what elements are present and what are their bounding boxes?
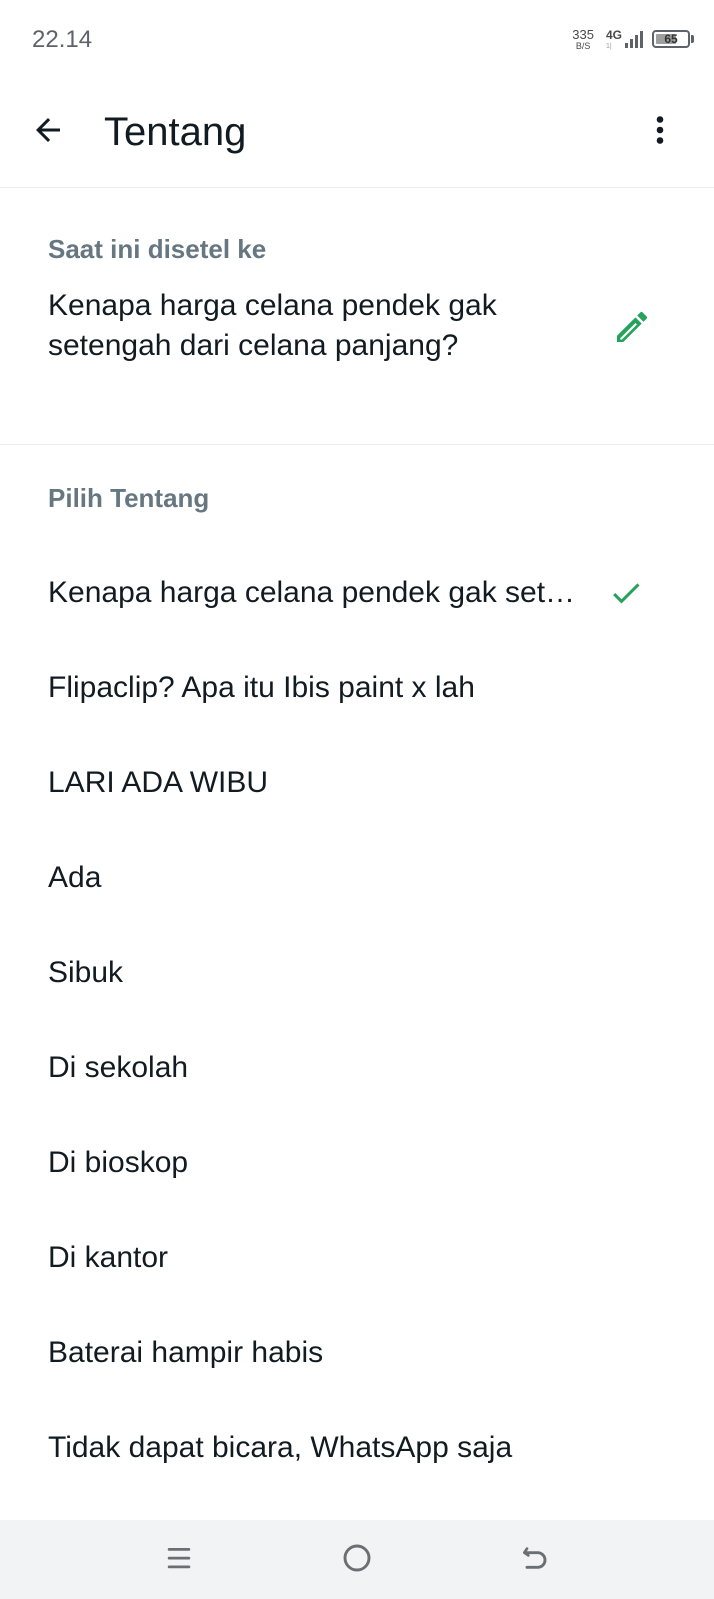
home-button[interactable] xyxy=(333,1534,381,1582)
more-options-button[interactable] xyxy=(636,106,684,154)
battery-level: 65 xyxy=(664,32,678,46)
about-option[interactable]: Di sekolah xyxy=(0,1020,714,1115)
system-nav-bar xyxy=(0,1520,714,1599)
about-option[interactable]: Di bioskop xyxy=(0,1115,714,1210)
select-about-section: Pilih Tentang Kenapa harga celana pendek… xyxy=(0,445,714,1520)
about-option[interactable]: Di kantor xyxy=(0,1210,714,1305)
status-bar: 22.14 335 B/S 4G 1| 65 xyxy=(0,0,714,80)
current-section-header: Saat ini disetel ke xyxy=(48,234,267,264)
about-option-label: Flipaclip? Apa itu Ibis paint x lah xyxy=(48,670,475,704)
menu-lines-icon xyxy=(167,1548,191,1569)
battery-tip xyxy=(691,35,694,43)
network-speed: 335 B/S xyxy=(572,28,594,51)
status-time: 22.14 xyxy=(32,26,93,53)
about-option-label: Di bioskop xyxy=(48,1145,189,1179)
about-option-label: Sibuk xyxy=(48,955,124,989)
about-option[interactable]: LARI ADA WIBU xyxy=(0,735,714,830)
network-type-label: 4G xyxy=(605,27,622,42)
about-option[interactable]: Tidak dapat bicara, WhatsApp saja xyxy=(0,1400,714,1495)
options-section-header: Pilih Tentang xyxy=(48,483,210,513)
recents-button[interactable] xyxy=(155,1534,203,1582)
network-type-sub: 1| xyxy=(605,42,612,50)
about-option-label: Ada xyxy=(48,860,102,894)
about-option-label: Di sekolah xyxy=(48,1050,189,1084)
network-type: 4G 1| xyxy=(606,29,622,50)
about-option[interactable]: Sibuk xyxy=(0,925,714,1020)
check-icon xyxy=(613,582,640,603)
about-option[interactable]: Kenapa harga celana pendek gak set… xyxy=(0,545,714,640)
home-circle-icon xyxy=(343,1544,371,1572)
about-option-label: Baterai hampir habis xyxy=(48,1335,324,1369)
network-speed-unit: B/S xyxy=(575,40,591,51)
current-about-section: Saat ini disetel ke Kenapa harga celana … xyxy=(0,188,714,445)
back-gesture-icon xyxy=(523,1547,547,1569)
status-indicators: 335 B/S 4G 1| 65 xyxy=(572,24,694,54)
about-option-label: LARI ADA WIBU xyxy=(48,765,269,799)
edit-about-button[interactable] xyxy=(608,303,656,351)
page-title: Tentang xyxy=(104,110,247,154)
pencil-icon xyxy=(617,311,648,342)
about-option[interactable]: Baterai hampir habis xyxy=(0,1305,714,1400)
about-option-label: Di kantor xyxy=(48,1240,169,1274)
about-screen: 22.14 335 B/S 4G 1| 65 Tentang Saat ini … xyxy=(0,0,714,1599)
about-option[interactable]: Flipaclip? Apa itu Ibis paint x lah xyxy=(0,640,714,735)
back-button[interactable] xyxy=(24,106,72,154)
current-about-text[interactable]: Kenapa harga celana pendek gak setengah … xyxy=(48,286,588,366)
network-speed-value: 335 xyxy=(572,26,594,42)
battery-icon: 65 xyxy=(652,30,690,48)
signal-icon xyxy=(625,31,643,48)
nav-back-button[interactable] xyxy=(511,1534,559,1582)
arrow-back-icon xyxy=(36,118,60,142)
about-option-label: Tidak dapat bicara, WhatsApp saja xyxy=(48,1430,513,1464)
about-option[interactable]: Ada xyxy=(0,830,714,925)
more-vert-icon xyxy=(656,116,664,144)
about-option-label: Kenapa harga celana pendek gak set… xyxy=(48,575,576,609)
app-bar: Tentang xyxy=(0,80,714,188)
